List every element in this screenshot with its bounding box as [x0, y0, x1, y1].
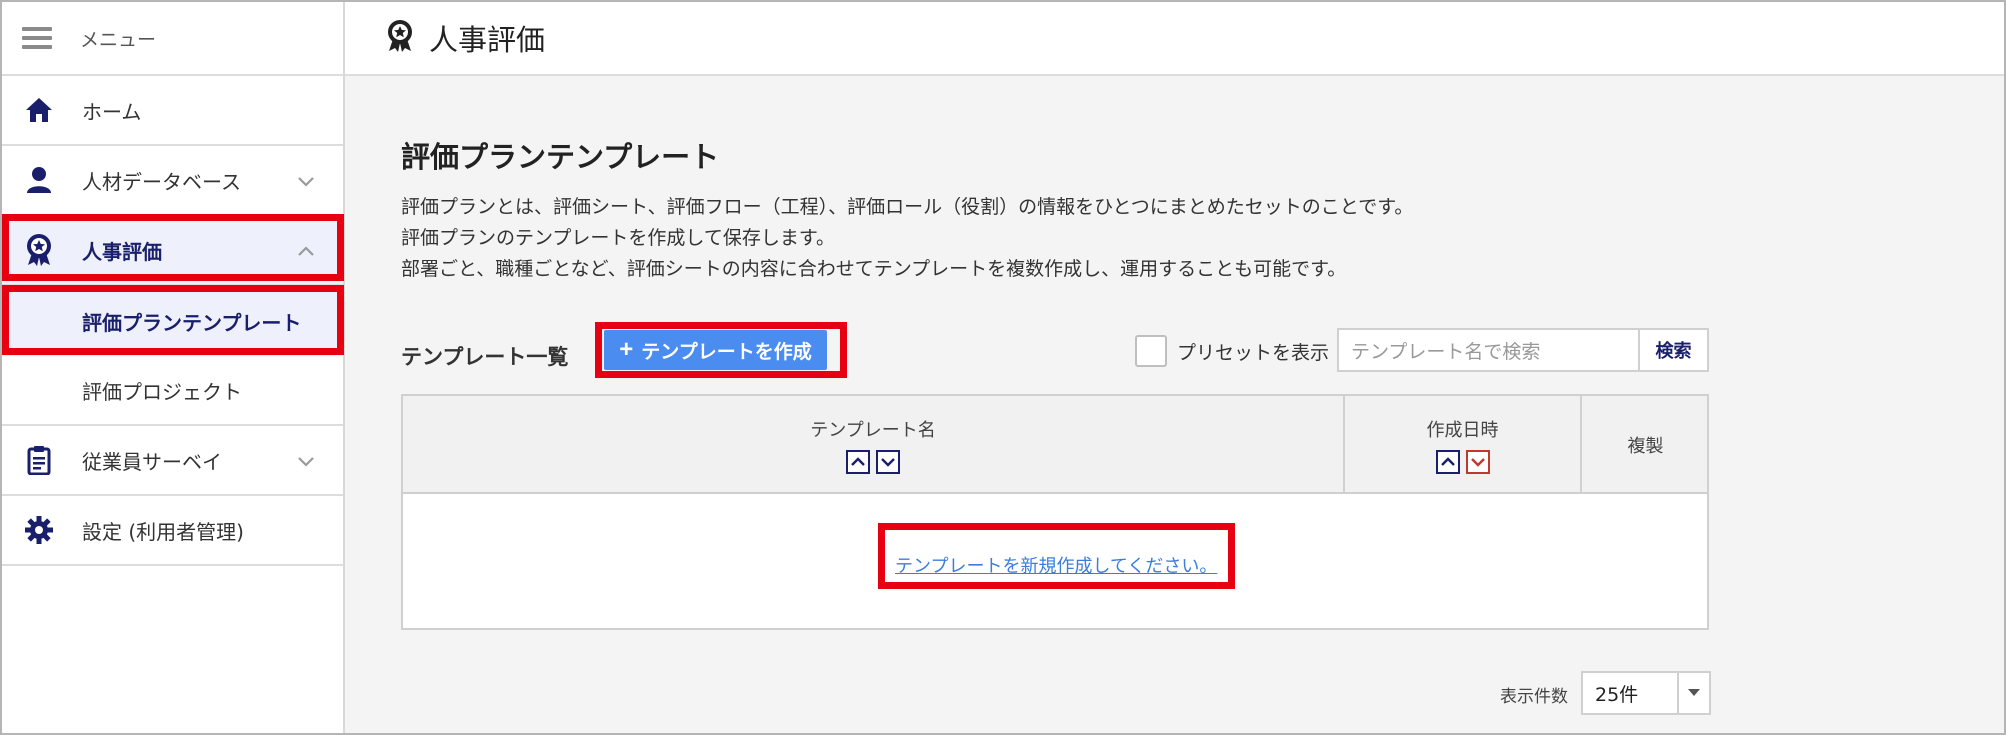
per-page-value: 25件 [1595, 683, 1639, 706]
sidebar-item-employee-survey[interactable]: 従業員サーベイ [2, 426, 343, 496]
create-new-template-link[interactable]: テンプレートを新規作成してください。 [895, 552, 1217, 578]
column-created-at: 作成日時 [1345, 396, 1582, 494]
sort-asc-icon[interactable] [846, 450, 870, 474]
sort-desc-icon[interactable] [1465, 450, 1490, 474]
sidebar-item-label: ホーム [82, 99, 142, 124]
search-input[interactable]: テンプレート名で検索 [1337, 328, 1640, 372]
award-icon [385, 19, 415, 57]
sidebar: メニュー ホーム 人材データベース 人事評価 評価プランテンプレート 評価プロジ… [2, 2, 345, 733]
clipboard-icon [22, 443, 56, 477]
chevron-down-icon[interactable] [297, 168, 315, 192]
per-page-label: 表示件数 [1500, 687, 1568, 707]
sidebar-item-home[interactable]: ホーム [2, 76, 343, 146]
sidebar-item-talent-database[interactable]: 人材データベース [2, 146, 343, 216]
column-header-label: テンプレート名 [810, 420, 936, 441]
sidebar-item-settings[interactable]: 設定 (利用者管理) [2, 496, 343, 566]
description: 評価プランとは、評価シート、評価フロー（工程）、評価ロール（役割）の情報をひとつ… [401, 192, 1413, 285]
sidebar-item-label: 人材データベース [82, 169, 241, 194]
template-table: テンプレート名 作成日時 複製 テンプレートを新規作成してください。 [401, 394, 1709, 630]
gear-icon [22, 513, 56, 547]
preset-toggle[interactable]: プリセットを表示 [1135, 335, 1329, 367]
award-icon [22, 233, 56, 267]
search-button[interactable]: 検索 [1638, 328, 1709, 372]
header-title: 人事評価 [429, 23, 546, 57]
sidebar-subitem-label: 評価プロジェクト [82, 379, 242, 404]
description-line: 評価プランとは、評価シート、評価フロー（工程）、評価ロール（役割）の情報をひとつ… [401, 196, 1414, 218]
hamburger-icon[interactable] [22, 27, 52, 49]
per-page-select[interactable]: 25件 [1581, 671, 1711, 715]
main-content: 評価プランテンプレート 評価プランとは、評価シート、評価フロー（工程）、評価ロー… [345, 76, 2004, 733]
list-title: テンプレート一覧 [401, 345, 569, 369]
sort-desc-icon[interactable] [876, 450, 900, 474]
top-bar: 人事評価 [345, 2, 2004, 76]
home-icon [22, 93, 56, 127]
sidebar-item-personnel-evaluation[interactable]: 人事評価 [2, 216, 343, 286]
sidebar-item-label: 設定 (利用者管理) [82, 519, 244, 544]
create-template-button[interactable]: + テンプレートを作成 [604, 330, 827, 370]
sidebar-subitem-label: 評価プランテンプレート [82, 310, 302, 335]
sidebar-subitem-project[interactable]: 評価プロジェクト [2, 356, 343, 426]
dropdown-arrow-icon[interactable] [1677, 673, 1709, 713]
chevron-up-icon[interactable] [297, 238, 315, 262]
column-duplicate: 複製 [1582, 396, 1709, 494]
description-line: 評価プランのテンプレートを作成して保存します。 [401, 227, 835, 249]
sidebar-item-label: 人事評価 [82, 239, 162, 264]
create-template-label: テンプレートを作成 [641, 341, 812, 363]
preset-label: プリセットを表示 [1177, 341, 1330, 364]
sidebar-subitem-plan-template[interactable]: 評価プランテンプレート [2, 286, 343, 356]
page-title: 評価プランテンプレート [401, 140, 720, 174]
person-icon [22, 163, 56, 197]
description-line: 部署ごと、職種ごとなど、評価シートの内容に合わせてテンプレートを複数作成し、運用… [401, 258, 1347, 280]
table-header: テンプレート名 作成日時 複製 [403, 396, 1707, 494]
preset-checkbox[interactable] [1135, 335, 1167, 367]
menu-header[interactable]: メニュー [2, 2, 343, 76]
sidebar-item-label: 従業員サーベイ [82, 449, 222, 474]
column-header-label: 複製 [1627, 436, 1664, 457]
sort-asc-icon[interactable] [1435, 450, 1460, 474]
chevron-down-icon[interactable] [297, 448, 315, 472]
menu-label: メニュー [80, 28, 157, 51]
column-template-name: テンプレート名 [403, 396, 1345, 494]
plus-icon: + [619, 336, 634, 363]
column-header-label: 作成日時 [1426, 420, 1499, 441]
